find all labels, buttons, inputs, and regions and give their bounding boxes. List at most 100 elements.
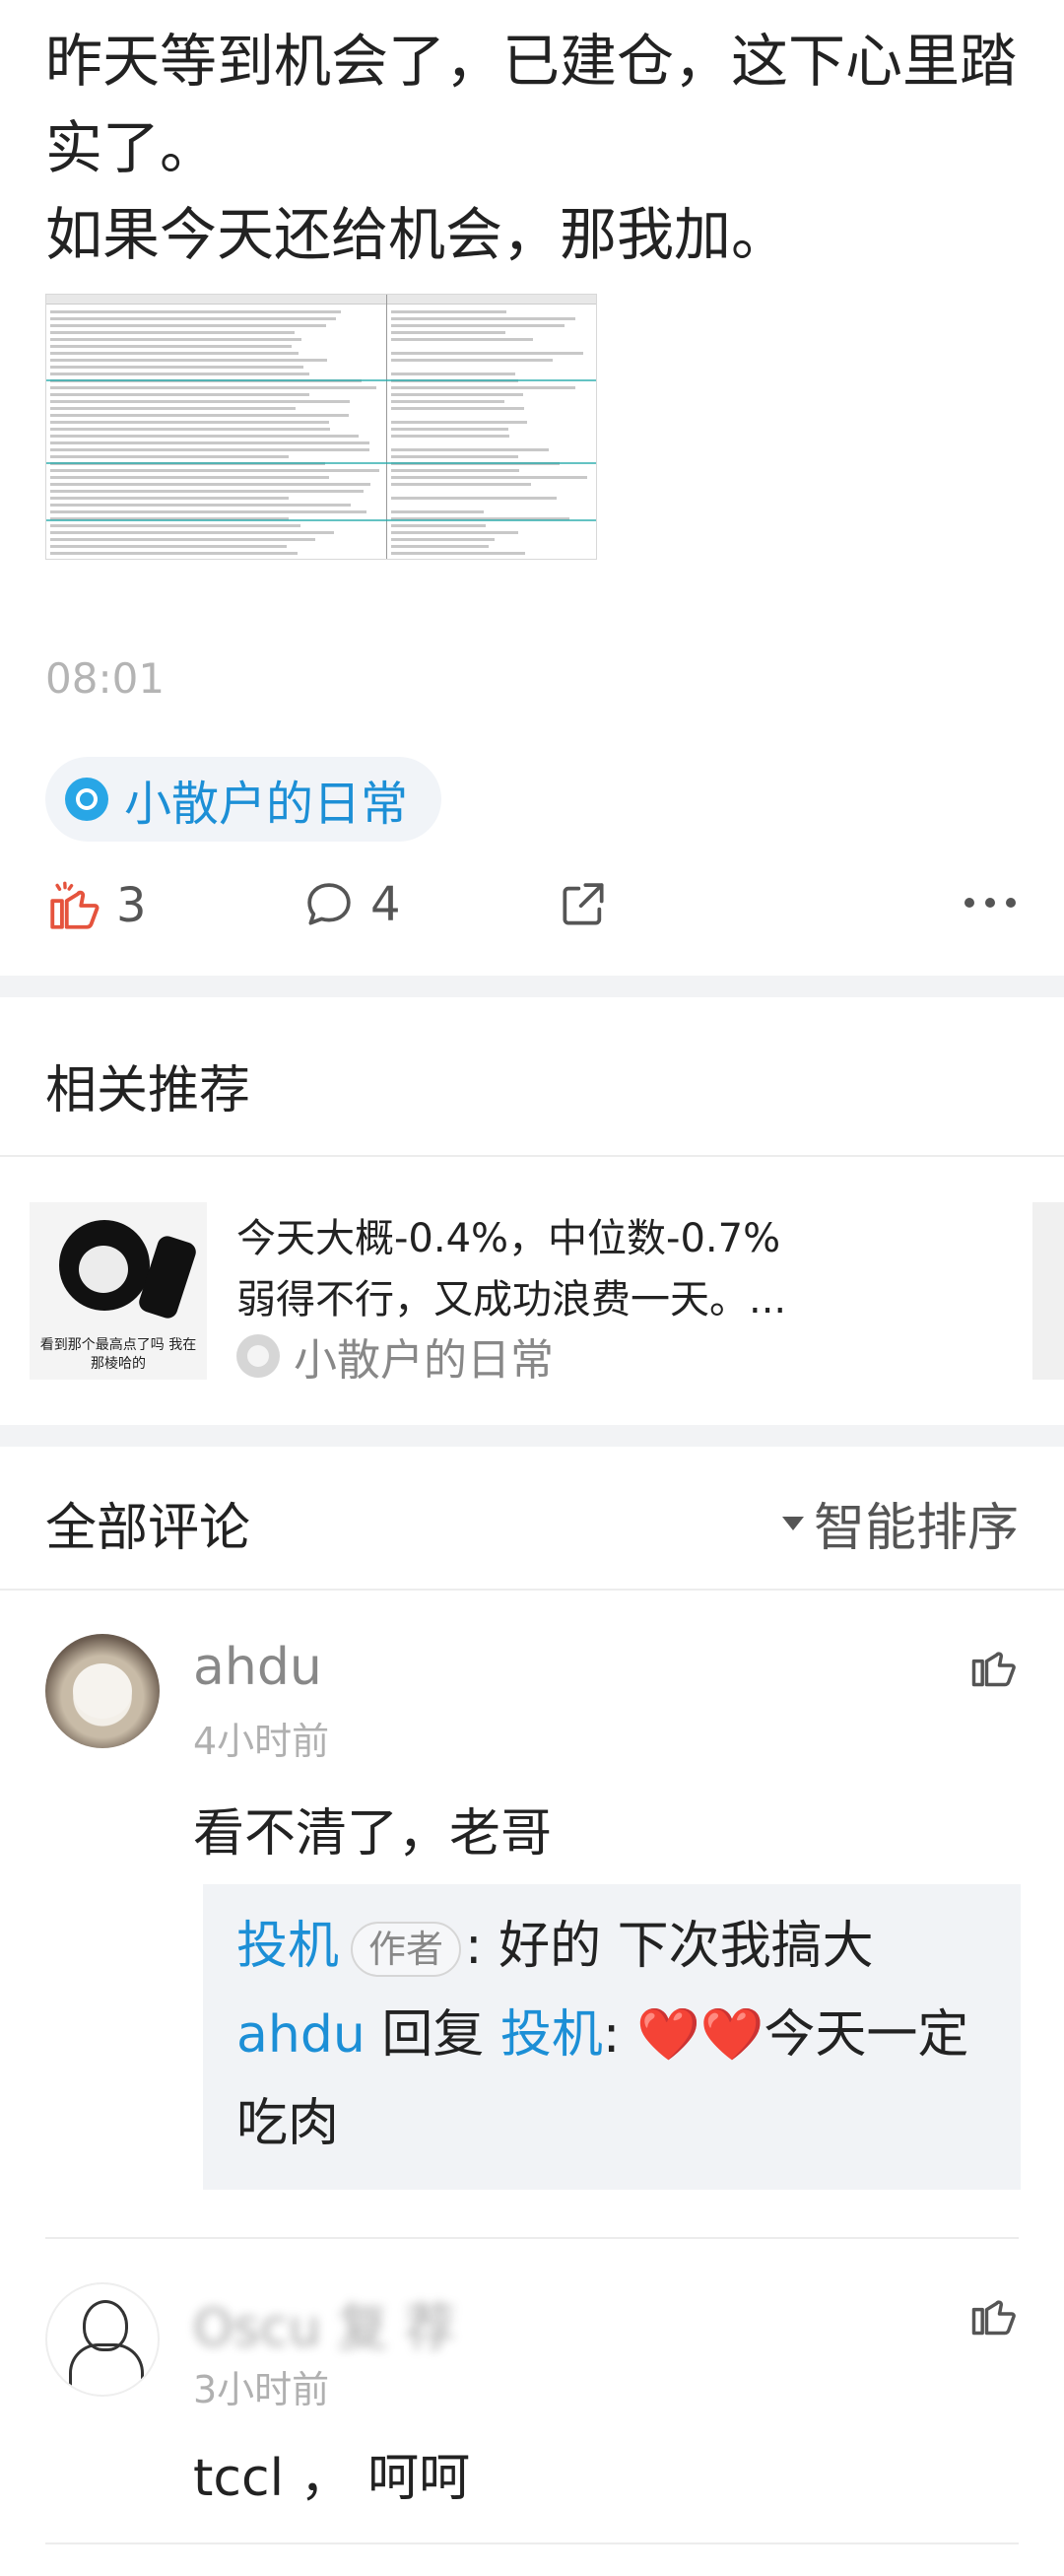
section-separator (0, 1425, 1064, 1447)
share-icon (563, 883, 604, 925)
attachment-text-line (50, 455, 290, 458)
like-button[interactable]: 3 (45, 877, 147, 934)
next-recommend-card-peek[interactable] (1032, 1202, 1064, 1380)
comment-time: 4小时前 (193, 1720, 330, 1763)
attachment-text-line (50, 373, 309, 375)
divider (45, 2237, 1019, 2239)
section-separator (0, 976, 1064, 997)
attachment-text-line (50, 414, 350, 417)
reply-text: : 好的 下次我搞大 (465, 1917, 874, 1976)
attachment-text-line (391, 386, 576, 389)
recommend-text-line-2: 弱得不行，又成功浪费一天。... (236, 1277, 787, 1322)
post-content: 昨天等到机会了，已建仓，这下心里踏实了。 如果今天还给机会，那我加。 (45, 18, 1021, 278)
post-text-line-1: 昨天等到机会了，已建仓，这下心里踏实了。 (45, 28, 1018, 181)
reply-target[interactable]: 投机 (500, 2005, 603, 2065)
author-badge: 作者 (351, 1922, 462, 1977)
caret-down-icon (781, 1516, 804, 1530)
like-count: 3 (116, 878, 147, 933)
attachment-text-line (50, 386, 376, 389)
attachment-text-line (391, 469, 519, 472)
attachment-text-line (50, 345, 292, 348)
attachment-text-line (50, 310, 341, 313)
attachment-text-line (50, 448, 370, 451)
attachment-text-line (50, 531, 334, 534)
reply-verb: 回复 (381, 2005, 485, 2065)
post-attachment-image[interactable] (45, 294, 597, 560)
comment-bubble-icon (307, 883, 351, 925)
attachment-text-line (391, 510, 485, 513)
comment-button[interactable]: 4 (301, 877, 401, 932)
attachment-text-line (50, 469, 379, 472)
comments-title: 全部评论 (45, 1499, 251, 1558)
attachment-text-line (50, 317, 336, 320)
comment-like-button[interactable] (967, 2288, 1019, 2343)
recommend-card[interactable]: 看到那个最高点了吗 我在那棱哈的 今天大概-0.4%，中位数-0.7% 弱得不行… (0, 1161, 1064, 1397)
more-button[interactable] (962, 893, 1019, 913)
attachment-text-line (50, 524, 301, 527)
comment-like-button[interactable] (967, 1640, 1019, 1695)
attachment-table-rule (46, 519, 596, 521)
share-button[interactable] (556, 877, 611, 932)
topic-circle-icon (236, 1334, 280, 1378)
reply-author[interactable]: ahdu (236, 2005, 366, 2065)
attachment-text-line (391, 310, 506, 313)
attachment-table-rule (46, 379, 596, 381)
attachment-text-line (50, 421, 329, 424)
post-text-line-2: 如果今天还给机会，那我加。 (45, 201, 789, 268)
avatar[interactable] (45, 2282, 160, 2397)
attachment-text-line (391, 524, 486, 527)
attachment-text-line (50, 359, 328, 362)
reply-item: 投机 作者: 好的 下次我搞大 (236, 1902, 987, 1991)
attachment-text-line (50, 428, 331, 431)
attachment-text-line (391, 483, 531, 486)
reply-author[interactable]: 投机 (236, 1917, 339, 1976)
attachment-text-line (391, 317, 575, 320)
comment-count: 4 (370, 877, 401, 932)
topic-circle-icon (65, 778, 108, 821)
sort-label: 智能排序 (813, 1499, 1019, 1558)
recommend-text-line-1: 今天大概-0.4%，中位数-0.7% (236, 1216, 781, 1261)
attachment-text-line (391, 407, 525, 410)
attachment-text-line (391, 435, 509, 438)
topic-chip[interactable]: 小散户的日常 (45, 757, 442, 842)
avatar[interactable] (45, 1634, 160, 1748)
divider (0, 1589, 1064, 1591)
attachment-text-line (391, 400, 504, 403)
attachment-text-line (391, 338, 533, 341)
attachment-text-line (50, 510, 367, 513)
attachment-text-line (391, 448, 550, 451)
attachment-text-line (391, 421, 528, 424)
sort-selector[interactable]: 智能排序 (781, 1486, 1019, 1560)
attachment-text-line (391, 455, 519, 458)
attachment-text-line (50, 400, 350, 403)
thumb-up-icon (971, 1652, 1016, 1687)
comment-username[interactable]: Oscu 复 荐 (193, 2286, 456, 2360)
attachment-text-line (391, 359, 553, 362)
attachment-text-line (50, 504, 351, 507)
attachment-text-line (391, 331, 505, 334)
reply-thread[interactable]: 投机 作者: 好的 下次我搞大 ahdu 回复 投机: ❤️❤️今天一定吃肉 (203, 1884, 1021, 2190)
post-time: 08:01 (45, 654, 166, 703)
recommend-thumbnail: 看到那个最高点了吗 我在那棱哈的 (30, 1202, 207, 1380)
attachment-text-line (50, 441, 370, 444)
attachment-text-line (50, 352, 299, 355)
divider (0, 1155, 1064, 1157)
attachment-text-line (50, 331, 295, 334)
attachment-text-line (391, 393, 524, 396)
attachment-text-line (391, 476, 587, 479)
attachment-table-rule (46, 462, 596, 464)
attachment-text-line (50, 552, 298, 555)
post-action-bar: 3 4 (0, 867, 1064, 966)
attachment-text-line (50, 476, 330, 479)
meme-panda-face (79, 1246, 128, 1293)
recommend-topic[interactable]: 小散户的日常 (236, 1324, 554, 1388)
attachment-text-line (50, 366, 303, 369)
attachment-text-line (50, 538, 315, 541)
attachment-text-line (391, 531, 519, 534)
attachment-header-bar (46, 295, 596, 305)
attachment-text-line (50, 490, 364, 493)
comment-text: 看不清了，老哥 (193, 1804, 553, 1864)
attachment-text-line (50, 393, 310, 396)
comment-username[interactable]: ahdu (193, 1638, 322, 1697)
attachment-text-line (391, 552, 525, 555)
